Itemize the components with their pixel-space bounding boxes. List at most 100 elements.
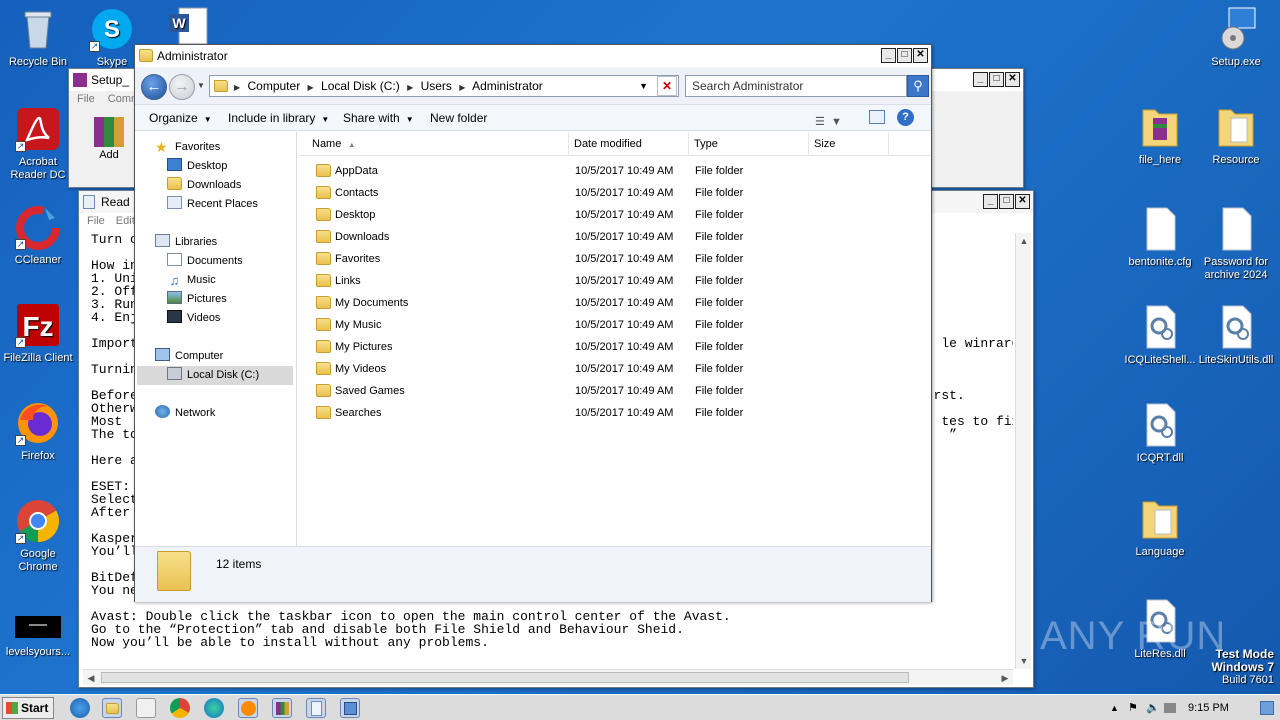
menu-file[interactable]: File: [77, 93, 95, 105]
preview-pane-icon[interactable]: [869, 110, 885, 124]
file-row[interactable]: Downloads 10/5/2017 10:49 AM File folder: [298, 226, 931, 248]
forward-button[interactable]: →: [169, 74, 195, 100]
desktop-icon-acrobat[interactable]: ↗ Acrobat Reader DC: [0, 106, 76, 182]
explorer-taskbar-icon[interactable]: [102, 698, 122, 718]
minimize-button[interactable]: _: [881, 48, 896, 63]
column-header-type[interactable]: Type: [689, 132, 809, 156]
nav-pictures[interactable]: Pictures: [167, 290, 227, 309]
nav-music[interactable]: ♫ Music: [167, 271, 216, 290]
show-desktop-icon[interactable]: [1260, 701, 1274, 715]
horizontal-scrollbar[interactable]: ◀ ▶: [83, 669, 1013, 685]
scroll-right-icon[interactable]: ▶: [997, 670, 1013, 686]
file-row[interactable]: My Music 10/5/2017 10:49 AM File folder: [298, 314, 931, 336]
file-row[interactable]: Contacts 10/5/2017 10:49 AM File folder: [298, 182, 931, 204]
address-dropdown-icon[interactable]: ▼: [639, 76, 648, 96]
address-box[interactable]: ▶ Computer ▶ Local Disk (C:) ▶ Users ▶ A…: [209, 75, 679, 97]
file-row[interactable]: AppData 10/5/2017 10:49 AM File folder: [298, 160, 931, 182]
breadcrumb-separator-icon[interactable]: ▶: [459, 83, 465, 92]
winrar-taskbar-icon[interactable]: [272, 698, 292, 718]
nav-favorites[interactable]: ★ Favorites: [155, 138, 220, 157]
close-button[interactable]: ✕: [913, 48, 928, 63]
action-center-icon[interactable]: ⚑: [1128, 695, 1138, 720]
desktop-icon-filezilla[interactable]: Fz ↗ FileZilla Client: [0, 302, 76, 365]
breadcrumb-users[interactable]: Users: [421, 79, 452, 93]
search-icon[interactable]: ⚲: [907, 75, 929, 97]
desktop-icon-setup-exe[interactable]: Setup.exe: [1198, 6, 1274, 69]
nav-local-disk[interactable]: Local Disk (C:): [137, 366, 293, 385]
desktop-icon-language[interactable]: Language: [1122, 496, 1198, 559]
help-icon[interactable]: ?: [897, 109, 914, 126]
edge-icon[interactable]: [204, 698, 224, 718]
breadcrumb-separator-icon[interactable]: ▶: [308, 83, 314, 92]
file-row[interactable]: Searches 10/5/2017 10:49 AM File folder: [298, 402, 931, 424]
breadcrumb-administrator[interactable]: Administrator: [472, 79, 543, 93]
file-row[interactable]: My Pictures 10/5/2017 10:49 AM File folder: [298, 336, 931, 358]
minimize-button[interactable]: _: [983, 194, 998, 209]
horizontal-scroll-thumb[interactable]: [101, 672, 909, 683]
nav-desktop[interactable]: Desktop: [167, 157, 227, 176]
file-row[interactable]: Desktop 10/5/2017 10:49 AM File folder: [298, 204, 931, 226]
desktop-icon-icqrt[interactable]: ICQRT.dll: [1122, 402, 1198, 465]
desktop-icon-recycle-bin[interactable]: Recycle Bin: [0, 6, 76, 69]
desktop-icon-chrome[interactable]: ↗ Google Chrome: [0, 498, 76, 574]
menu-edit[interactable]: Edit: [116, 215, 135, 227]
recent-pages-dropdown-icon[interactable]: ▼: [197, 81, 205, 90]
file-row[interactable]: Favorites 10/5/2017 10:49 AM File folder: [298, 248, 931, 270]
volume-icon[interactable]: 🔈: [1146, 695, 1160, 720]
explorer-window[interactable]: Administrator _ □ ✕ ← → ▼ ▶ Computer ▶ L…: [134, 44, 932, 602]
scroll-down-icon[interactable]: ▼: [1016, 653, 1032, 669]
notepad-taskbar-icon[interactable]: [306, 698, 326, 718]
desktop-icon-icqliteshell[interactable]: ICQLiteShell...: [1122, 304, 1198, 367]
scroll-up-icon[interactable]: ▲: [1016, 233, 1032, 249]
column-header-date[interactable]: Date modified: [569, 132, 689, 156]
maximize-button[interactable]: □: [897, 48, 912, 63]
desktop-icon-firefox[interactable]: ↗ Firefox: [0, 400, 76, 463]
share-with-button[interactable]: Share with ▼: [343, 105, 414, 133]
file-row[interactable]: Links 10/5/2017 10:49 AM File folder: [298, 270, 931, 292]
scroll-left-icon[interactable]: ◀: [83, 670, 99, 686]
chrome-taskbar-icon[interactable]: [170, 698, 190, 718]
vertical-scrollbar[interactable]: ▲ ▼: [1015, 233, 1031, 669]
desktop-icon-liteskinutils[interactable]: LiteSkinUtils.dll: [1198, 304, 1274, 367]
nav-documents[interactable]: Documents: [167, 252, 243, 271]
file-row[interactable]: Saved Games 10/5/2017 10:49 AM File folder: [298, 380, 931, 402]
include-in-library-button[interactable]: Include in library ▼: [228, 105, 329, 133]
media-player-icon[interactable]: [136, 698, 156, 718]
show-hidden-icons-icon[interactable]: ▲: [1110, 695, 1119, 720]
breadcrumb-local-disk[interactable]: Local Disk (C:): [321, 79, 400, 93]
close-button[interactable]: ✕: [1015, 194, 1030, 209]
nav-network[interactable]: Network: [155, 404, 215, 423]
desktop-icon-file-here[interactable]: file_here: [1122, 104, 1198, 167]
desktop-icon-password[interactable]: Password for archive 2024: [1198, 206, 1274, 282]
installer-taskbar-icon[interactable]: [340, 698, 360, 718]
minimize-button[interactable]: _: [973, 72, 988, 87]
nav-recent-places[interactable]: Recent Places: [167, 195, 258, 214]
start-button[interactable]: Start: [2, 697, 54, 719]
desktop-icon-levelsyours[interactable]: levelsyours...: [0, 610, 76, 659]
internet-explorer-icon[interactable]: [70, 698, 90, 718]
clock[interactable]: 9:15 PM: [1188, 695, 1229, 720]
column-header-size[interactable]: Size: [809, 132, 889, 156]
nav-computer[interactable]: Computer: [155, 347, 223, 366]
explorer-titlebar[interactable]: Administrator _ □ ✕: [135, 45, 931, 67]
back-button[interactable]: ←: [141, 74, 167, 100]
breadcrumb-computer[interactable]: Computer: [248, 79, 301, 93]
add-button[interactable]: Add: [89, 117, 129, 161]
maximize-button[interactable]: □: [989, 72, 1004, 87]
search-input[interactable]: Search Administrator: [685, 75, 907, 97]
column-header-name[interactable]: Name ▲: [298, 132, 569, 156]
nav-libraries[interactable]: Libraries: [155, 233, 217, 252]
desktop-icon-ccleaner[interactable]: ↗ CCleaner: [0, 204, 76, 267]
nav-videos[interactable]: Videos: [167, 309, 220, 328]
nav-downloads[interactable]: Downloads: [167, 176, 241, 195]
firefox-taskbar-icon[interactable]: [238, 698, 258, 718]
network-tray-icon[interactable]: [1164, 703, 1176, 713]
maximize-button[interactable]: □: [999, 194, 1014, 209]
new-folder-button[interactable]: New folder: [430, 105, 487, 131]
organize-button[interactable]: Organize ▼: [149, 105, 212, 133]
file-row[interactable]: My Documents 10/5/2017 10:49 AM File folde…: [298, 292, 931, 314]
menu-file[interactable]: File: [87, 215, 105, 227]
desktop-icon-resource[interactable]: Resource: [1198, 104, 1274, 167]
desktop-icon-bentonite[interactable]: bentonite.cfg: [1122, 206, 1198, 269]
close-button[interactable]: ✕: [1005, 72, 1020, 87]
